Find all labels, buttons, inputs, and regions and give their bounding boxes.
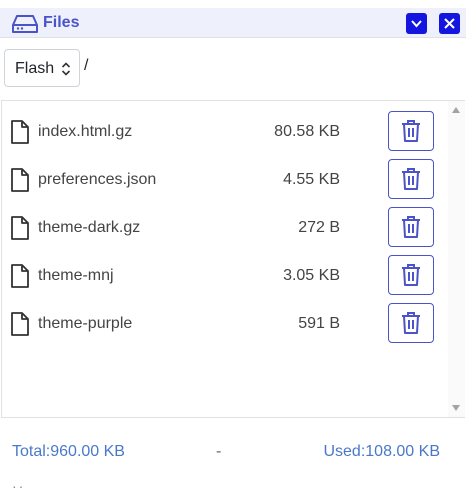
footer-separator: -: [216, 443, 222, 460]
filesystem-select-value: Flash: [15, 60, 55, 77]
close-button[interactable]: [439, 13, 460, 34]
files-panel-header: Files: [0, 8, 466, 38]
trash-icon: [402, 168, 420, 190]
chevron-down-icon: [411, 20, 422, 28]
file-icon: [11, 312, 29, 336]
file-size: 4.55 KB: [283, 171, 340, 188]
file-name: theme-purple: [38, 315, 133, 332]
trash-icon: [402, 312, 420, 334]
close-icon: [444, 18, 455, 29]
file-list-scrollbar[interactable]: [448, 101, 465, 417]
delete-file-button[interactable]: [388, 303, 434, 343]
file-size: 80.58 KB: [274, 123, 340, 140]
current-path: /: [84, 57, 89, 74]
file-row[interactable]: theme-dark.gz 272 B: [2, 207, 448, 255]
drive-icon: [12, 15, 38, 33]
file-name: preferences.json: [38, 171, 157, 188]
file-size: 3.05 KB: [283, 267, 340, 284]
used-space-label: Used:108.00 KB: [323, 443, 440, 460]
delete-file-button[interactable]: [388, 207, 434, 247]
delete-file-button[interactable]: [388, 111, 434, 151]
clipped-content-fragment: ··: [12, 480, 26, 493]
delete-file-button[interactable]: [388, 255, 434, 295]
file-name: index.html.gz: [38, 123, 133, 140]
file-name: theme-mnj: [38, 267, 114, 284]
file-icon: [11, 168, 29, 192]
collapse-button[interactable]: [406, 13, 427, 34]
trash-icon: [402, 120, 420, 142]
file-icon: [11, 264, 29, 288]
delete-file-button[interactable]: [388, 159, 434, 199]
storage-footer: Total:960.00 KB - Used:108.00 KB: [0, 440, 466, 464]
file-list[interactable]: index.html.gz 80.58 KB preferences.json …: [1, 100, 465, 418]
file-icon: [11, 120, 29, 144]
file-row[interactable]: index.html.gz 80.58 KB: [2, 111, 448, 159]
file-name: theme-dark.gz: [38, 219, 141, 236]
file-icon: [11, 216, 29, 240]
filesystem-select[interactable]: Flash: [4, 49, 80, 87]
trash-icon: [402, 216, 420, 238]
panel-title: Files: [43, 14, 80, 31]
file-row[interactable]: preferences.json 4.55 KB: [2, 159, 448, 207]
scroll-up-arrow-icon[interactable]: [452, 107, 460, 113]
scroll-down-arrow-icon[interactable]: [452, 405, 460, 411]
trash-icon: [402, 264, 420, 286]
file-row[interactable]: theme-purple 591 B: [2, 303, 448, 351]
select-arrows-icon: [61, 62, 71, 76]
total-space-label: Total:960.00 KB: [12, 443, 125, 460]
file-size: 272 B: [298, 219, 340, 236]
file-row[interactable]: theme-mnj 3.05 KB: [2, 255, 448, 303]
file-size: 591 B: [298, 315, 340, 332]
